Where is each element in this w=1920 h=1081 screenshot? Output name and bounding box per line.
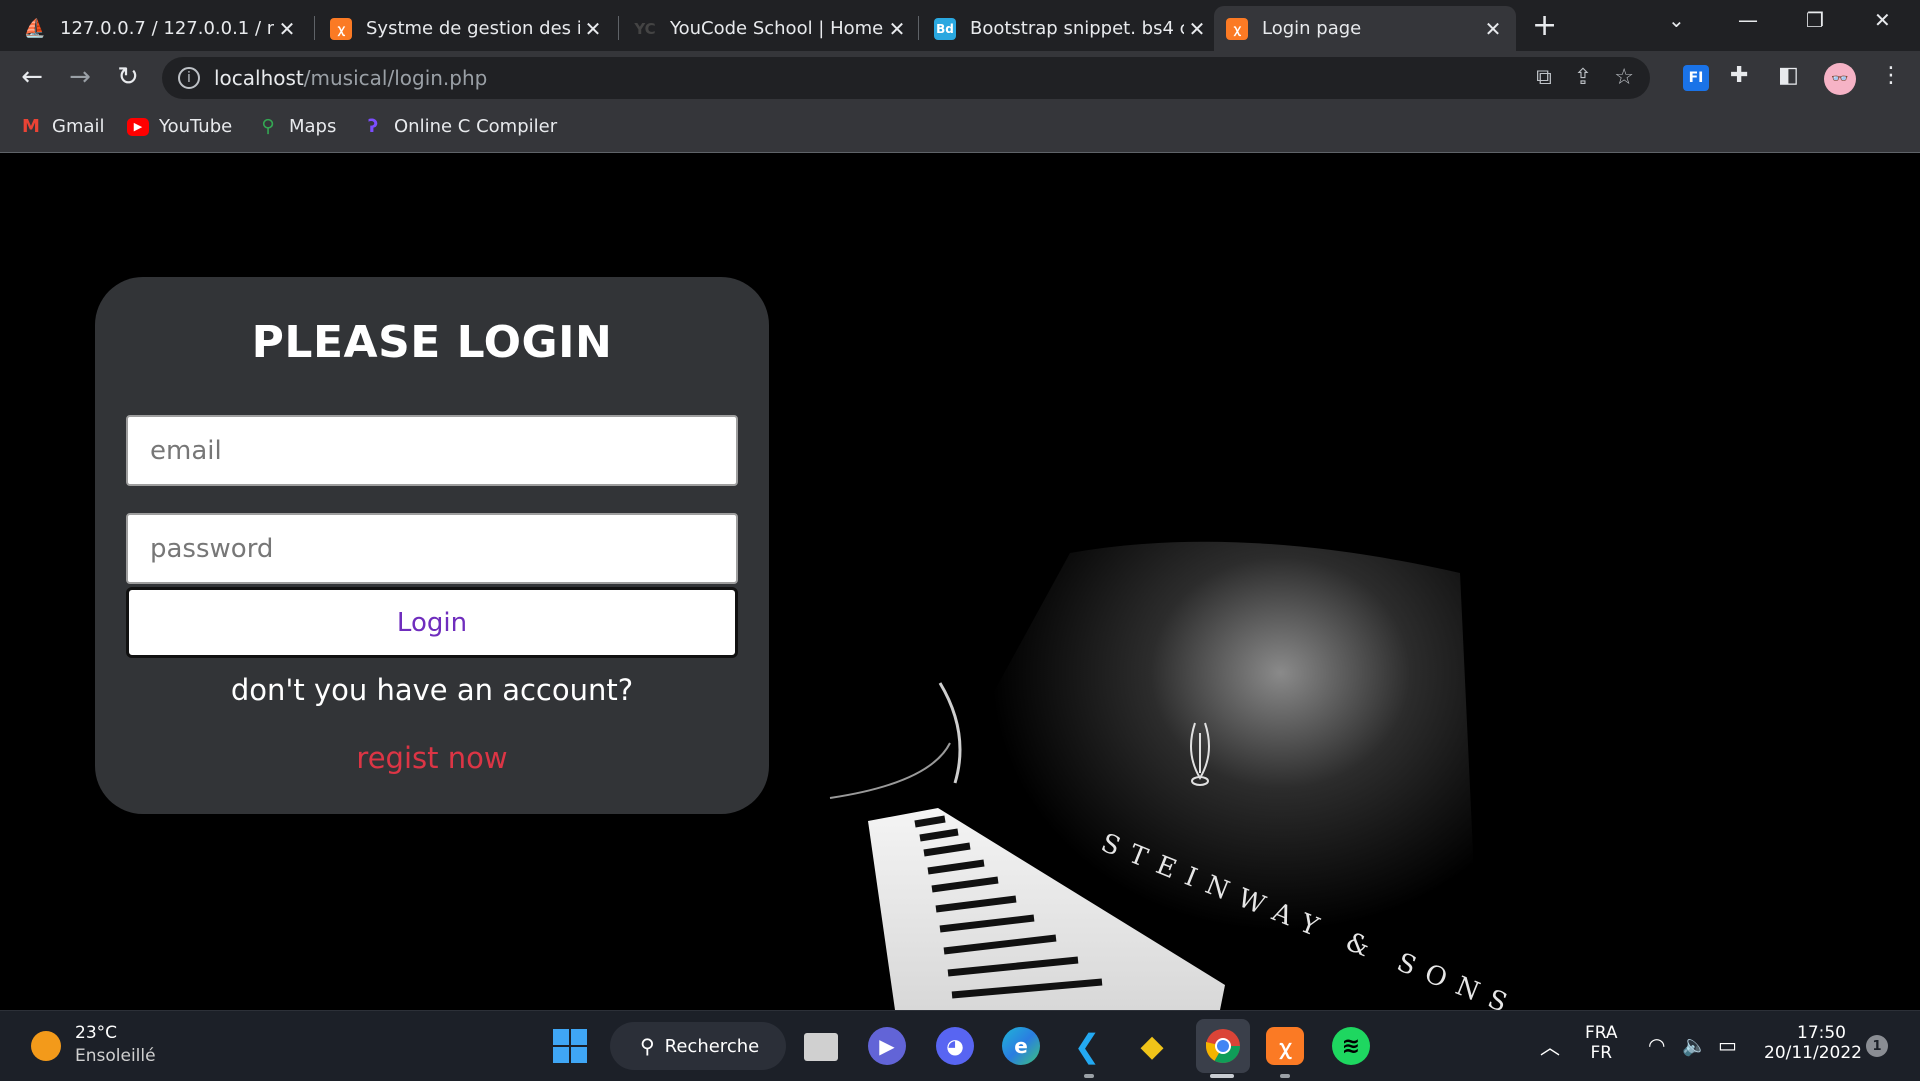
back-icon[interactable]: ← xyxy=(16,62,48,92)
tab-separator xyxy=(618,16,619,40)
bookmark-youtube[interactable]: ▶ YouTube xyxy=(127,116,232,137)
taskbar-search[interactable]: ⚲ Recherche xyxy=(610,1022,786,1070)
xampp-icon[interactable]: ꭓ xyxy=(1266,1027,1304,1065)
phpmyadmin-icon: ⛵ xyxy=(23,18,47,39)
language-indicator[interactable]: FRA FR xyxy=(1585,1023,1618,1063)
edge-icon[interactable]: e xyxy=(1002,1027,1040,1065)
search-icon: ⚲ xyxy=(640,1034,655,1058)
tab-title: YouCode School | Home xyxy=(670,18,884,39)
tab-login-page[interactable]: ꭓ Login page ✕ xyxy=(1214,6,1516,51)
address-bar[interactable]: i localhost/musical/login.php ⧉ ⇪ ☆ xyxy=(162,57,1650,99)
youcode-icon: YC xyxy=(634,19,656,38)
tab-youcode[interactable]: YC YouCode School | Home ✕ xyxy=(622,6,920,51)
tab-title: 127.0.0.7 / 127.0.0.1 / musical xyxy=(60,18,274,39)
no-account-text: don't you have an account? xyxy=(230,673,634,707)
teams-chat-icon[interactable]: ▶ xyxy=(868,1027,906,1065)
battery-icon[interactable]: ▭ xyxy=(1718,1033,1737,1057)
bookmark-label: YouTube xyxy=(159,116,233,137)
page-viewport: STEINWAY & SONS PLEASE LOGIN Login don't… xyxy=(0,153,1920,1010)
tab-separator xyxy=(918,16,919,40)
email-input[interactable] xyxy=(126,415,738,486)
tab-search-icon[interactable]: ⌄ xyxy=(1668,8,1685,32)
extensions-puzzle-icon[interactable]: ✚ xyxy=(1730,63,1748,88)
restore-icon[interactable]: ❐ xyxy=(1806,8,1824,32)
bootdey-icon: Bd xyxy=(934,17,956,40)
discord-icon[interactable]: ◕ xyxy=(936,1027,974,1065)
task-view-icon[interactable] xyxy=(804,1033,838,1061)
tab-separator xyxy=(314,16,315,40)
close-icon[interactable]: ✕ xyxy=(1480,17,1506,41)
bookmark-label: Gmail xyxy=(52,116,105,137)
clock[interactable]: 17:50 20/11/2022 xyxy=(1764,1023,1862,1063)
maps-icon: ⚲ xyxy=(261,116,275,137)
tab-bootstrap[interactable]: Bd Bootstrap snippet. bs4 card ✕ xyxy=(922,6,1220,51)
tab-title: Systme de gestion des inscriptions xyxy=(366,18,580,39)
close-icon[interactable]: ✕ xyxy=(884,17,910,41)
show-hidden-icons-chevron[interactable]: ︿ xyxy=(1540,1031,1560,1060)
bookmark-label: Online C Compiler xyxy=(394,116,558,137)
close-icon[interactable]: ✕ xyxy=(274,17,300,41)
password-input[interactable] xyxy=(126,513,738,584)
search-label: Recherche xyxy=(664,1035,760,1057)
star-icon[interactable]: ☆ xyxy=(1614,65,1634,90)
translate-icon[interactable]: ⧉ xyxy=(1536,65,1552,90)
bookmark-online-c-compiler[interactable]: ʔ Online C Compiler xyxy=(362,116,557,137)
site-info-icon[interactable]: i xyxy=(178,67,200,89)
piano-image xyxy=(829,541,1480,1010)
tab-inscriptions[interactable]: ꭓ Systme de gestion des inscriptions ✕ xyxy=(318,6,616,51)
running-indicator xyxy=(1280,1074,1290,1078)
youtube-icon: ▶ xyxy=(127,117,149,136)
side-panel-icon[interactable]: ◧ xyxy=(1778,63,1799,88)
browser-toolbar: ← → ↻ i localhost/musical/login.php ⧉ ⇪ … xyxy=(0,51,1920,105)
clock-time: 17:50 xyxy=(1797,1023,1846,1043)
weather-description[interactable]: Ensoleillé xyxy=(75,1046,156,1066)
bookmark-maps[interactable]: ⚲ Maps xyxy=(257,116,336,137)
login-button[interactable]: Login xyxy=(126,587,738,658)
xampp-icon: ꭓ xyxy=(1226,17,1248,40)
volume-icon[interactable]: 🔈 xyxy=(1682,1033,1707,1057)
windows-taskbar: 23°C Ensoleillé ⚲ Recherche ▶ ◕ e ❮ ◆ ꭓ … xyxy=(0,1010,1920,1081)
login-card: PLEASE LOGIN Login don't you have an acc… xyxy=(95,277,769,814)
clock-date: 20/11/2022 xyxy=(1764,1043,1862,1063)
git-kraken-icon[interactable]: ◆ xyxy=(1133,1027,1171,1065)
wifi-icon[interactable]: ◠ xyxy=(1648,1033,1665,1057)
new-tab-button[interactable]: + xyxy=(1532,8,1557,43)
running-indicator xyxy=(1084,1074,1094,1078)
windows-start-icon[interactable] xyxy=(551,1027,589,1065)
gmail-icon: M xyxy=(22,116,40,137)
forward-icon[interactable]: → xyxy=(64,62,96,92)
profile-avatar[interactable]: 👓 xyxy=(1824,63,1856,95)
tab-phpmyadmin[interactable]: ⛵ 127.0.0.7 / 127.0.0.1 / musical ✕ xyxy=(12,6,310,51)
bookmarks-bar: M Gmail ▶ YouTube ⚲ Maps ʔ Online C Comp… xyxy=(0,105,1920,153)
close-icon[interactable]: ✕ xyxy=(1184,17,1210,41)
tab-title: Login page xyxy=(1262,18,1362,39)
chrome-icon xyxy=(1206,1029,1240,1063)
page-title: PLEASE LOGIN xyxy=(251,317,613,368)
keyboard-layout: FR xyxy=(1590,1043,1613,1063)
register-link[interactable]: regist now xyxy=(95,741,769,775)
tab-title: Bootstrap snippet. bs4 card xyxy=(970,18,1184,39)
bookmark-gmail[interactable]: M Gmail xyxy=(20,116,105,137)
minimize-icon[interactable]: — xyxy=(1738,8,1758,32)
active-indicator xyxy=(1210,1074,1234,1078)
close-window-icon[interactable]: ✕ xyxy=(1874,8,1891,32)
close-icon[interactable]: ✕ xyxy=(580,17,606,41)
tab-strip: ⛵ 127.0.0.7 / 127.0.0.1 / musical ✕ ꭓ Sy… xyxy=(0,0,1920,51)
spotify-icon[interactable]: ≋ xyxy=(1332,1027,1370,1065)
sun-icon[interactable] xyxy=(31,1031,61,1061)
reload-icon[interactable]: ↻ xyxy=(112,62,144,92)
menu-kebab-icon[interactable]: ⋮ xyxy=(1880,63,1902,88)
share-icon[interactable]: ⇪ xyxy=(1574,65,1592,90)
language-code: FRA xyxy=(1585,1023,1618,1043)
compiler-icon: ʔ xyxy=(367,116,379,137)
notification-badge[interactable]: 1 xyxy=(1866,1035,1888,1057)
weather-temperature[interactable]: 23°C xyxy=(75,1023,117,1043)
vscode-icon[interactable]: ❮ xyxy=(1068,1027,1106,1065)
bookmark-label: Maps xyxy=(289,116,337,137)
chrome-taskbar-button[interactable] xyxy=(1196,1019,1250,1073)
xampp-icon: ꭓ xyxy=(330,17,352,40)
address-url[interactable]: localhost/musical/login.php xyxy=(214,66,487,90)
extension-fl-icon[interactable]: FI xyxy=(1683,65,1709,91)
